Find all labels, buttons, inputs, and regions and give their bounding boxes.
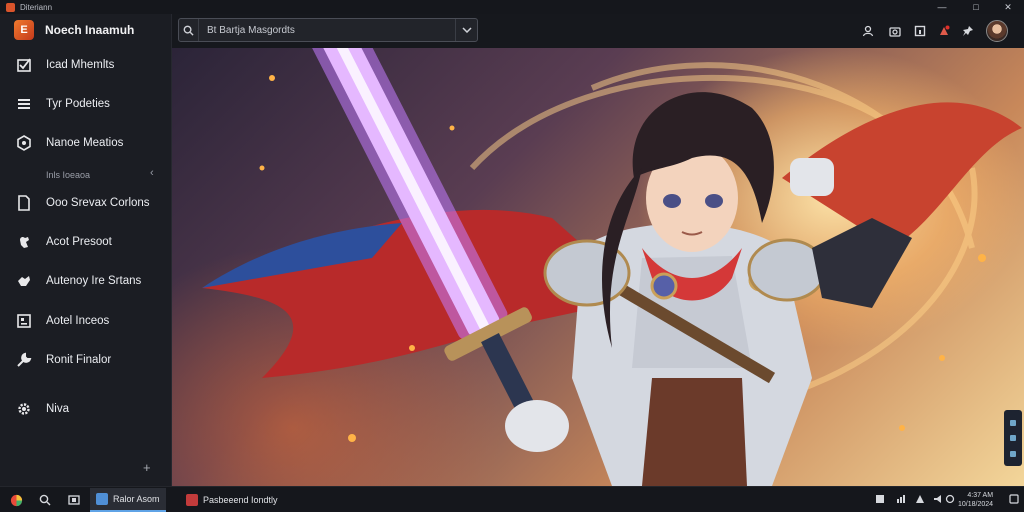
clock-date: 10/18/2024 bbox=[958, 501, 994, 508]
top-bar: Bt Bartja Masgordts bbox=[172, 14, 1024, 48]
checkbox-icon bbox=[15, 56, 33, 74]
taskbar-app-label: Ralor Asom bbox=[113, 494, 160, 504]
sidebar-item-label: Acot Presoot bbox=[46, 236, 112, 248]
search-bar[interactable]: Bt Bartja Masgordts bbox=[178, 18, 478, 42]
taskbar-clock[interactable]: 4:37 AM 10/18/2024 bbox=[958, 491, 993, 509]
sidebar-item-label: Autenoy Ire Srtans bbox=[46, 275, 142, 287]
gear-icon bbox=[15, 400, 33, 418]
clock-time: 4:37 AM bbox=[967, 492, 994, 499]
search-icon[interactable] bbox=[37, 492, 53, 508]
brand-name: Noech Inaamuh bbox=[45, 23, 135, 37]
chevron-left-icon[interactable]: ‹ bbox=[150, 167, 154, 179]
pin-icon[interactable] bbox=[958, 21, 978, 41]
taskbar-app-label: Pasbeeend Iondtly bbox=[203, 495, 278, 505]
search-icon bbox=[179, 19, 199, 41]
sidebar-item-8[interactable]: Ronit Finalor bbox=[0, 345, 171, 375]
hand-icon bbox=[15, 272, 33, 290]
list-icon bbox=[15, 95, 33, 113]
minimize-button[interactable]: — bbox=[928, 0, 956, 14]
sidebar-item-6[interactable]: Autenoy Ire Srtans bbox=[0, 266, 171, 296]
scroll-dot-icon bbox=[1010, 419, 1016, 426]
sidebar-item-3[interactable]: Nanoe Meatios bbox=[0, 128, 171, 158]
tray-square-icon[interactable] bbox=[874, 493, 886, 505]
hexagon-icon bbox=[15, 134, 33, 152]
sidebar-item-label: Niva bbox=[46, 403, 70, 415]
tray-sync-icon[interactable] bbox=[944, 493, 956, 505]
sidebar-item-label: Tyr Podeties bbox=[46, 98, 110, 110]
task-view-icon[interactable] bbox=[66, 492, 82, 508]
taskbar-app-1[interactable]: Ralor Asom bbox=[90, 488, 166, 512]
app-icon bbox=[96, 493, 108, 505]
avatar[interactable] bbox=[986, 20, 1008, 42]
tray-chart-icon[interactable] bbox=[895, 493, 907, 505]
sidebar-item-7[interactable]: Aotel Inceos bbox=[0, 306, 171, 336]
sidebar-item-label: Ooo Srevax Corlons bbox=[46, 197, 150, 209]
square-icon[interactable] bbox=[910, 21, 930, 41]
tray-network-icon[interactable] bbox=[914, 493, 926, 505]
user-icon[interactable] bbox=[858, 21, 878, 41]
brand[interactable]: E Noech Inaamuh bbox=[14, 20, 134, 40]
sidebar-item-label: Ronit Finalor bbox=[46, 354, 112, 366]
brand-logo-icon: E bbox=[14, 20, 34, 40]
scroll-dot-icon bbox=[1010, 450, 1016, 457]
fist-icon bbox=[15, 233, 33, 251]
wrench-icon bbox=[15, 351, 33, 369]
scroll-dot-icon bbox=[1010, 435, 1016, 441]
sidebar-item-label: Icad Mhemlts bbox=[46, 59, 115, 71]
image-frame-icon bbox=[15, 312, 33, 330]
taskbar-app-2[interactable]: Pasbeeend Iondtly bbox=[180, 488, 284, 512]
notification-center-icon[interactable] bbox=[1008, 493, 1020, 505]
add-button[interactable]: + bbox=[143, 460, 151, 475]
section-label: Inls Ioeaoa bbox=[46, 170, 91, 180]
tray-speaker-icon[interactable] bbox=[932, 493, 944, 505]
title-bar: Diteriann — □ ✕ bbox=[0, 0, 1024, 14]
chevron-down-icon[interactable] bbox=[455, 19, 477, 41]
sidebar-item-1[interactable]: Icad Mhemlts bbox=[0, 50, 171, 80]
sidebar-item-4[interactable]: Ooo Srevax Corlons bbox=[0, 188, 171, 218]
sidebar-item-label: Aotel Inceos bbox=[46, 315, 110, 327]
sidebar-item-2[interactable]: Tyr Podeties bbox=[0, 89, 171, 119]
artwork-image bbox=[172, 48, 1024, 486]
start-icon[interactable] bbox=[8, 492, 24, 508]
sidebar-item-label: Nanoe Meatios bbox=[46, 137, 124, 149]
maximize-button[interactable]: □ bbox=[962, 0, 990, 14]
sidebar-item-settings[interactable]: Niva bbox=[0, 394, 171, 424]
camera-icon[interactable] bbox=[885, 21, 905, 41]
sidebar-item-5[interactable]: Acot Presoot bbox=[0, 227, 171, 257]
sidebar: E Noech Inaamuh Icad Mhemlts Tyr Podetie… bbox=[0, 14, 172, 486]
app-icon bbox=[6, 2, 15, 12]
search-input[interactable]: Bt Bartja Masgordts bbox=[207, 25, 455, 36]
notification-icon[interactable] bbox=[934, 21, 954, 41]
window-title: Diteriann bbox=[20, 2, 53, 12]
app-icon bbox=[186, 494, 198, 506]
document-icon bbox=[15, 194, 33, 212]
close-button[interactable]: ✕ bbox=[994, 0, 1022, 14]
side-scroll-widget[interactable] bbox=[1004, 410, 1022, 466]
taskbar: Ralor Asom Pasbeeend Iondtly 4:37 AM 10/… bbox=[0, 486, 1024, 512]
